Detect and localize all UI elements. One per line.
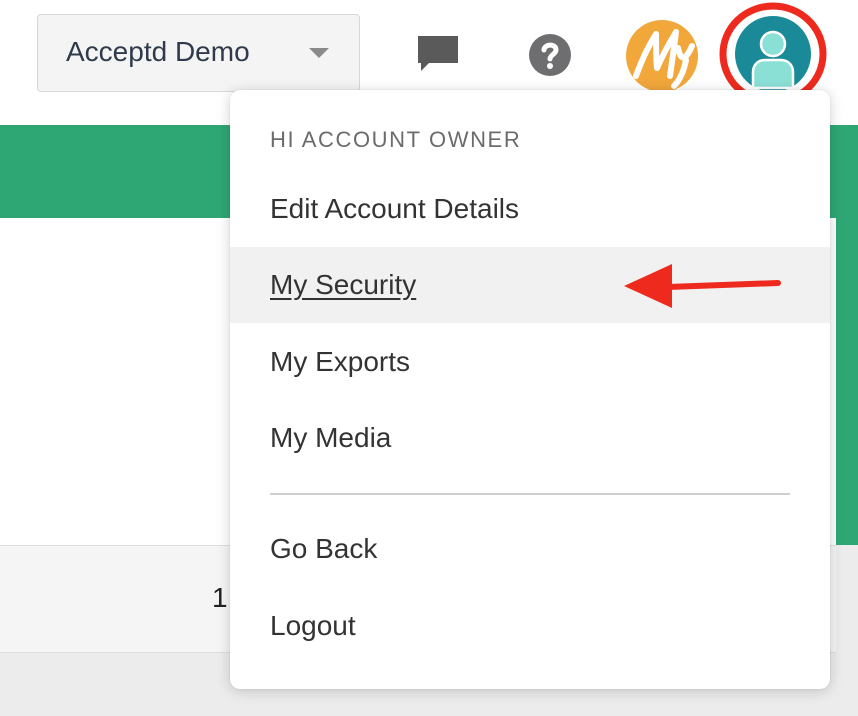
menu-item-go-back[interactable]: Go Back: [230, 511, 830, 587]
menu-item-my-exports[interactable]: My Exports: [230, 324, 830, 400]
menu-item-label: Logout: [270, 610, 356, 641]
menu-item-label: My Exports: [270, 346, 411, 377]
account-selector-label: Acceptd Demo: [66, 36, 250, 67]
menu-item-label: My Media: [270, 422, 392, 453]
menu-item-edit-account-details[interactable]: Edit Account Details: [230, 171, 830, 247]
chevron-down-icon: [309, 48, 329, 58]
menu-divider: [270, 493, 790, 495]
annotation-arrow-icon: [624, 264, 781, 308]
page-banner-edge: [836, 218, 858, 545]
account-dropdown-menu: HI ACCOUNT OWNER Edit Account Details My…: [230, 90, 830, 689]
brand-logo[interactable]: [626, 20, 698, 92]
menu-greeting: HI ACCOUNT OWNER: [270, 127, 522, 152]
menu-item-my-media[interactable]: My Media: [230, 400, 830, 476]
menu-item-logout[interactable]: Logout: [230, 588, 830, 664]
account-selector-dropdown[interactable]: Acceptd Demo: [37, 14, 360, 92]
help-icon[interactable]: [529, 34, 571, 76]
menu-item-label: My Security: [270, 269, 417, 300]
row-number: 1: [212, 582, 228, 613]
menu-item-label: Edit Account Details: [270, 193, 520, 224]
menu-item-label: Go Back: [270, 533, 378, 564]
chat-icon[interactable]: [418, 36, 458, 72]
